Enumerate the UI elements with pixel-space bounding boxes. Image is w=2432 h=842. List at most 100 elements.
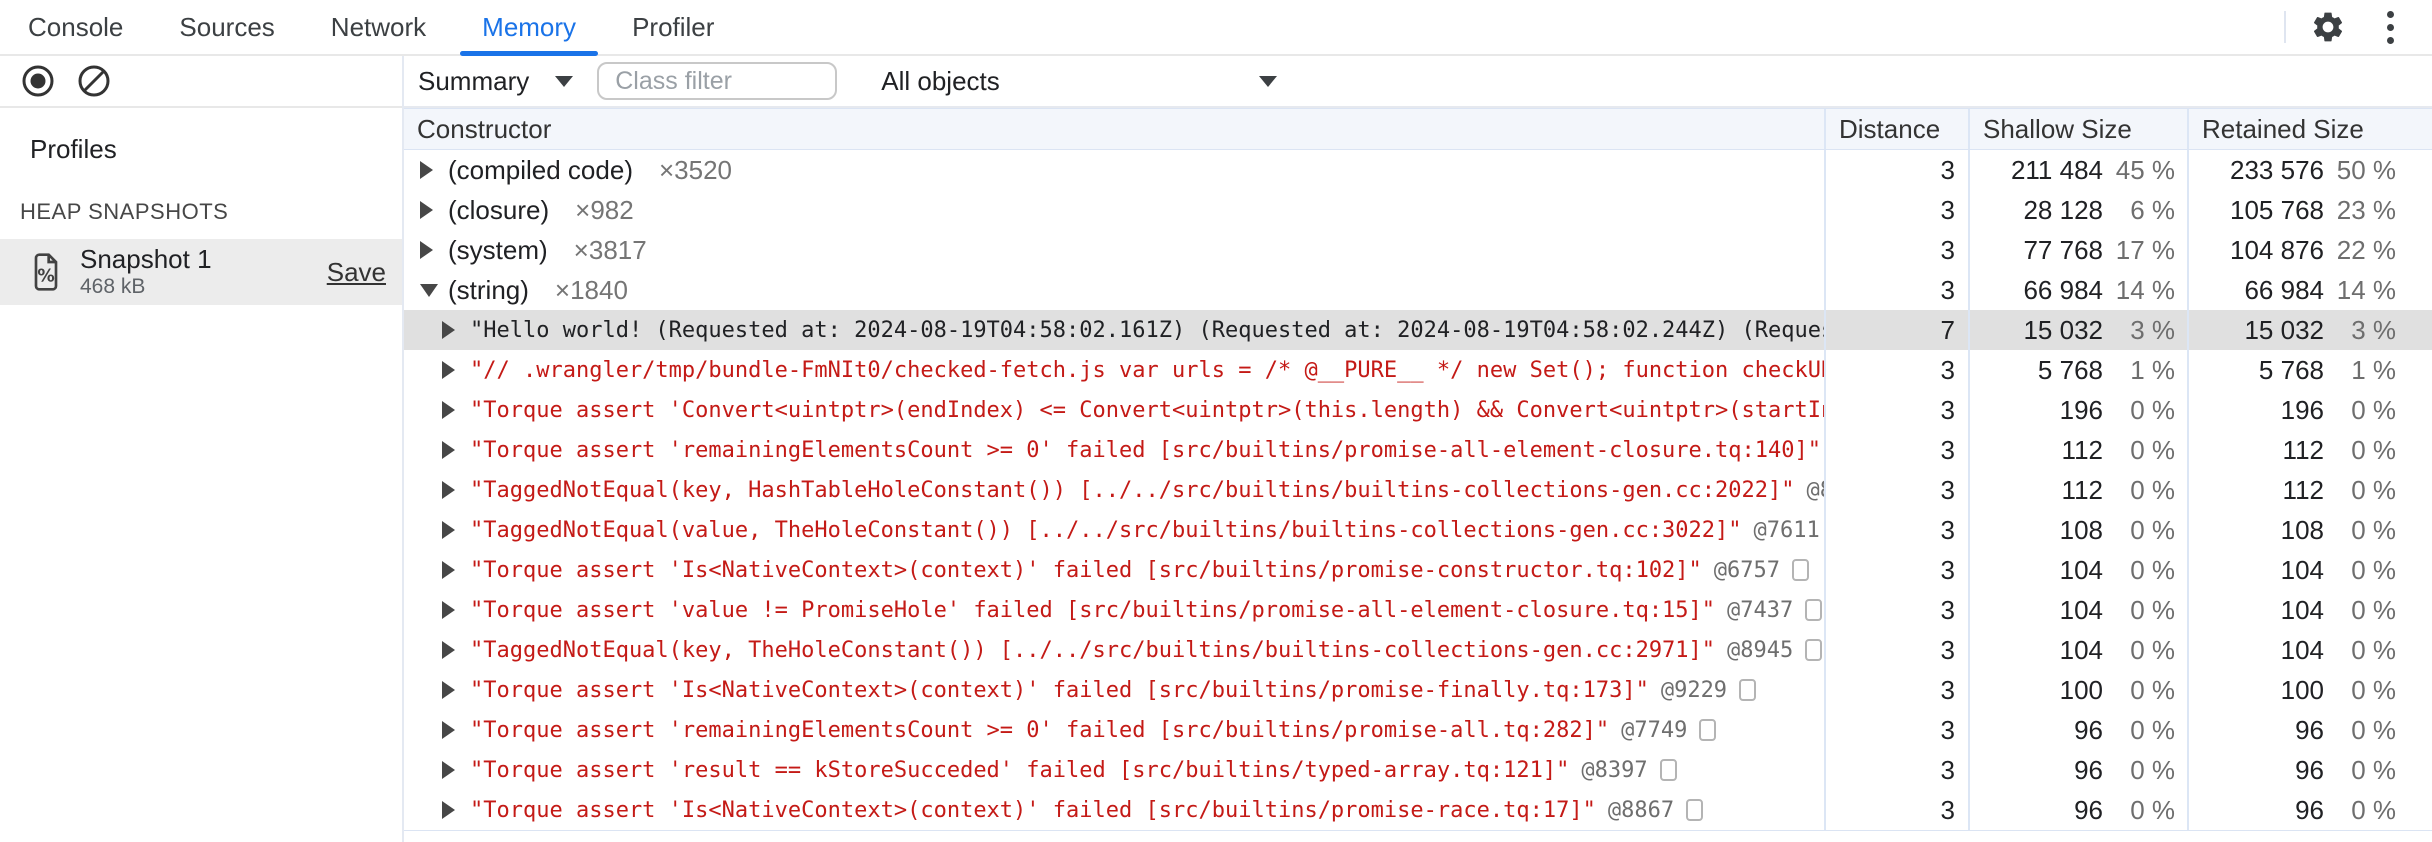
expand-arrow-icon[interactable] — [442, 641, 460, 659]
string-value: "// .wrangler/tmp/bundle-FmNIt0/checked-… — [470, 357, 1824, 383]
tab-console[interactable]: Console — [0, 0, 151, 54]
perspective-select[interactable]: Summary — [418, 65, 574, 97]
retained-size-cell: 112 0 % — [2187, 430, 2432, 470]
objects-filter-select[interactable]: All objects — [881, 65, 1278, 97]
expand-arrow-icon[interactable] — [420, 241, 438, 259]
retained-size-cell: 100 0 % — [2187, 670, 2432, 710]
expand-arrow-icon[interactable] — [442, 521, 460, 539]
reveal-object-icon[interactable] — [1792, 559, 1810, 581]
expand-arrow-icon[interactable] — [442, 601, 460, 619]
perspective-select-value: Summary — [418, 65, 530, 96]
object-id: @8867 — [1607, 797, 1675, 823]
column-header-distance[interactable]: Distance — [1824, 109, 1968, 149]
distance-cell: 3 — [1824, 590, 1968, 630]
tab-network[interactable]: Network — [303, 0, 454, 54]
string-value: "Torque assert 'remainingElementsCount >… — [470, 717, 1610, 743]
reveal-object-icon[interactable] — [1699, 719, 1717, 741]
string-value: "Torque assert 'result == kStoreSucceded… — [470, 757, 1570, 783]
table-row[interactable]: "Torque assert 'Convert<uintptr>(endInde… — [404, 390, 2432, 430]
snapshot-save-link[interactable]: Save — [327, 257, 386, 288]
collapse-arrow-icon[interactable] — [420, 283, 438, 297]
string-value: "TaggedNotEqual(value, TheHoleConstant()… — [470, 517, 1742, 543]
table-row[interactable]: "Torque assert 'Is<NativeContext>(contex… — [404, 670, 2432, 710]
distance-cell: 3 — [1824, 230, 1968, 270]
retained-size-cell: 233 576 50 % — [2187, 150, 2432, 190]
constructor-cell: (compiled code) ×3520 — [404, 150, 1824, 190]
grid-rows: (compiled code) ×3520 3 211 484 45 % 233 576 5… — [404, 150, 2432, 831]
settings-gear-icon[interactable] — [2308, 7, 2348, 47]
devtools-window: Console Sources Network Memory Profiler — [0, 0, 2432, 842]
retained-size-cell: 104 876 22 % — [2187, 230, 2432, 270]
constructor-name: (compiled code) — [448, 154, 633, 185]
table-row[interactable]: "TaggedNotEqual(key, TheHoleConstant()) … — [404, 630, 2432, 670]
shallow-size-cell: 77 768 17 % — [1968, 230, 2187, 270]
table-row[interactable]: "TaggedNotEqual(key, HashTableHoleConsta… — [404, 470, 2432, 510]
class-filter-input[interactable] — [597, 62, 838, 100]
table-row[interactable]: (compiled code) ×3520 3 211 484 45 % 233 576 5… — [404, 150, 2432, 190]
expand-arrow-icon[interactable] — [442, 721, 460, 739]
constructor-name: (closure) — [448, 194, 550, 225]
table-row[interactable]: "Torque assert 'value != PromiseHole' fa… — [404, 590, 2432, 630]
string-value: "Torque assert 'Is<NativeContext>(contex… — [470, 557, 1702, 583]
expand-arrow-icon[interactable] — [442, 681, 460, 699]
column-header-retained-size[interactable]: Retained Size — [2187, 109, 2432, 149]
snapshot-list-item[interactable]: % Snapshot 1 468 kB Save — [0, 239, 402, 305]
expand-arrow-icon[interactable] — [442, 561, 460, 579]
object-id: @6757 — [1713, 557, 1781, 583]
clear-profiles-icon[interactable] — [74, 61, 114, 101]
table-row[interactable]: "TaggedNotEqual(value, TheHoleConstant()… — [404, 510, 2432, 550]
constructor-cell: "// .wrangler/tmp/bundle-FmNIt0/checked-… — [404, 350, 1824, 390]
retained-size-cell: 105 768 23 % — [2187, 190, 2432, 230]
expand-arrow-icon[interactable] — [442, 361, 460, 379]
instance-count: ×3520 — [658, 154, 733, 185]
reveal-object-icon[interactable] — [1739, 679, 1757, 701]
expand-arrow-icon[interactable] — [420, 201, 438, 219]
table-row[interactable]: (closure) ×982 3 28 128 6 % 105 768 23 % — [404, 190, 2432, 230]
tab-memory[interactable]: Memory — [454, 0, 604, 56]
table-row[interactable]: "Hello world! (Requested at: 2024-08-19T… — [404, 310, 2432, 350]
table-row[interactable]: "Torque assert 'Is<NativeContext>(contex… — [404, 790, 2432, 830]
expand-arrow-icon[interactable] — [442, 801, 460, 819]
string-value: "Torque assert 'Is<NativeContext>(contex… — [470, 677, 1649, 703]
table-row[interactable]: "// .wrangler/tmp/bundle-FmNIt0/checked-… — [404, 350, 2432, 390]
instance-count: ×982 — [575, 194, 634, 225]
column-header-shallow-size[interactable]: Shallow Size — [1968, 109, 2187, 149]
table-row[interactable]: "Torque assert 'remainingElementsCount >… — [404, 430, 2432, 470]
distance-cell: 3 — [1824, 430, 1968, 470]
reveal-object-icon[interactable] — [1805, 639, 1823, 661]
object-id: @8945 — [1727, 637, 1794, 663]
table-row[interactable]: (system) ×3817 3 77 768 17 % 104 876 22 % — [404, 230, 2432, 270]
reveal-object-icon[interactable] — [1659, 759, 1677, 781]
shallow-size-cell: 108 0 % — [1968, 510, 2187, 550]
toolbar-divider — [2284, 11, 2286, 43]
reveal-object-icon[interactable] — [1686, 799, 1704, 821]
distance-cell: 3 — [1824, 390, 1968, 430]
expand-arrow-icon[interactable] — [442, 761, 460, 779]
table-row[interactable]: (string) ×1840 3 66 984 14 % 66 984 14 % — [404, 270, 2432, 310]
distance-cell: 3 — [1824, 750, 1968, 790]
shallow-size-cell: 196 0 % — [1968, 390, 2187, 430]
expand-arrow-icon[interactable] — [442, 441, 460, 459]
distance-cell: 3 — [1824, 550, 1968, 590]
more-options-kebab-icon[interactable] — [2370, 7, 2410, 47]
tab-profiler[interactable]: Profiler — [604, 0, 742, 54]
expand-arrow-icon[interactable] — [442, 401, 460, 419]
record-heap-snapshot-icon[interactable] — [18, 61, 58, 101]
heap-snapshot-view: Summary All objects Constructor Distance… — [404, 56, 2432, 842]
table-row[interactable]: "Torque assert 'remainingElementsCount >… — [404, 710, 2432, 750]
shallow-size-cell: 104 0 % — [1968, 550, 2187, 590]
objects-filter-value: All objects — [881, 65, 1000, 96]
snapshot-size: 468 kB — [80, 274, 146, 298]
object-id: @8 — [1806, 477, 1824, 503]
expand-arrow-icon[interactable] — [442, 481, 460, 499]
tab-sources[interactable]: Sources — [151, 0, 302, 54]
distance-cell: 3 — [1824, 190, 1968, 230]
reveal-object-icon[interactable] — [1805, 599, 1823, 621]
column-header-constructor[interactable]: Constructor — [404, 109, 1824, 149]
table-row[interactable]: "Torque assert 'result == kStoreSucceded… — [404, 750, 2432, 790]
table-row[interactable]: "Torque assert 'Is<NativeContext>(contex… — [404, 550, 2432, 590]
constructor-name: (system) — [448, 234, 548, 265]
string-value: "Torque assert 'Is<NativeContext>(contex… — [470, 797, 1596, 823]
expand-arrow-icon[interactable] — [420, 161, 438, 179]
expand-arrow-icon[interactable] — [442, 321, 460, 339]
